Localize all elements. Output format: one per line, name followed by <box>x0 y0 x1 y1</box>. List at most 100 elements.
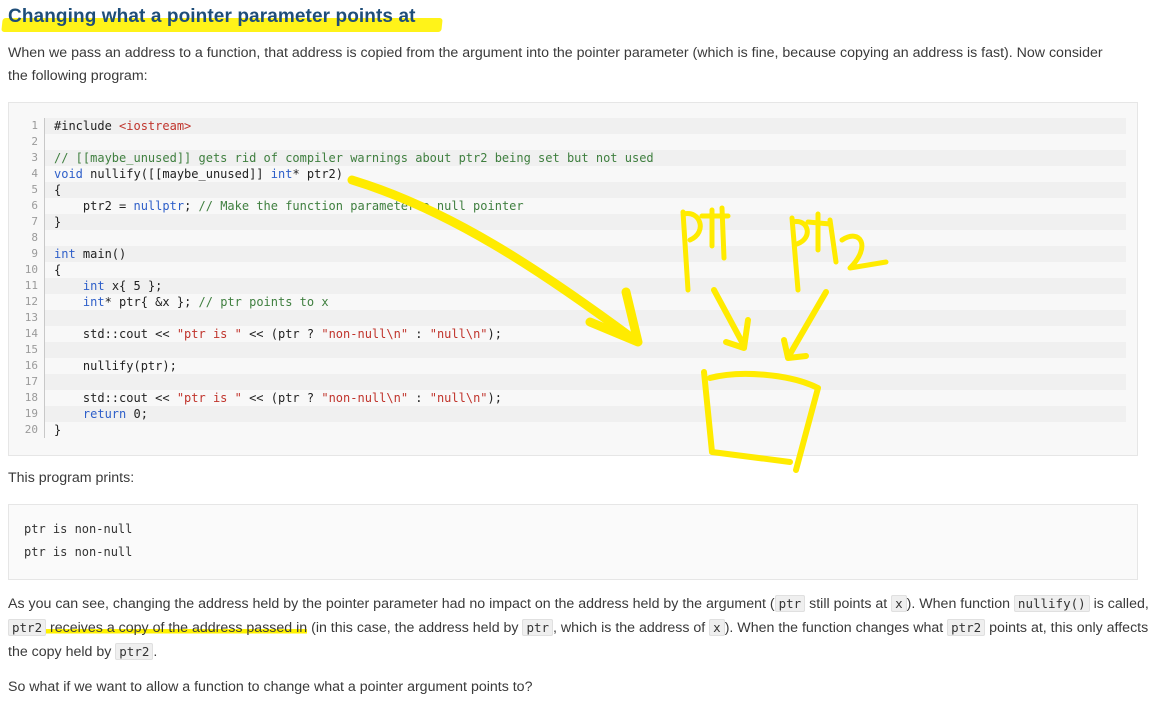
code-token: "null\n" <box>429 391 488 405</box>
code-line: 3 // [[maybe_unused]] gets rid of compile… <box>21 150 1126 166</box>
inline-code: nullify() <box>1013 595 1090 612</box>
code-text: #include <iostream> <box>45 118 1126 134</box>
line-number: 4 <box>21 166 45 182</box>
code-token: int <box>54 247 76 261</box>
inline-code: x <box>891 595 907 612</box>
line-number: 11 <box>21 278 45 294</box>
code-text: void nullify([[maybe_unused]] int* ptr2) <box>45 166 1126 182</box>
output-block[interactable]: ptr is non-null ptr is non-null <box>8 504 1138 580</box>
code-token: } <box>54 423 62 437</box>
code-token: 0; <box>126 407 148 421</box>
code-text: int main() <box>45 246 1126 262</box>
line-number: 7 <box>21 214 45 230</box>
code-lines: 1 #include <iostream> 2 3 // [[maybe_unused]… <box>21 118 1126 438</box>
code-token: int <box>82 295 105 309</box>
code-text: std::cout << "ptr is " << (ptr ? "non-nu… <box>45 390 1126 406</box>
line-number: 2 <box>21 134 45 150</box>
code-token: << (ptr ? <box>241 327 322 341</box>
inline-code: ptr <box>522 619 554 636</box>
code-text <box>45 342 1126 358</box>
code-text <box>45 374 1126 390</box>
code-text: { <box>45 262 1126 278</box>
code-line: 14 std::cout << "ptr is " << (ptr ? "non… <box>21 326 1126 342</box>
code-token: ); <box>487 327 502 341</box>
code-line: 6 ptr2 = nullptr; // Make the function p… <box>21 198 1126 214</box>
code-token: "null\n" <box>429 327 488 341</box>
code-token: #include <box>54 119 120 133</box>
line-number: 14 <box>21 326 45 342</box>
code-token: std::cout << <box>54 327 177 341</box>
inline-code: ptr2 <box>947 619 986 636</box>
code-line: 8 <box>21 230 1126 246</box>
line-number: 6 <box>21 198 45 214</box>
code-token: main() <box>75 247 127 261</box>
code-token: <iostream> <box>119 119 192 133</box>
heading-container: Changing what a pointer parameter points… <box>1 6 443 32</box>
code-token: { <box>54 183 62 197</box>
code-line: 1 #include <iostream> <box>21 118 1126 134</box>
code-line: 7} <box>21 214 1126 230</box>
code-token: * ptr2) <box>292 167 344 181</box>
code-text: ptr2 = nullptr; // Make the function par… <box>45 198 1126 214</box>
code-token: int <box>82 279 105 293</box>
text-span: is called, <box>1089 596 1149 612</box>
code-token: "ptr is " <box>176 391 242 405</box>
code-token: "non-null\n" <box>321 327 409 341</box>
code-token: void <box>54 167 83 181</box>
code-line: 5{ <box>21 182 1126 198</box>
code-text: return 0; <box>45 406 1126 422</box>
code-text: int* ptr{ &x }; // ptr points to x <box>45 294 1126 310</box>
code-line: 20} <box>21 422 1126 438</box>
code-line: 12 int* ptr{ &x }; // ptr points to x <box>21 294 1126 310</box>
section-heading: Changing what a pointer parameter points… <box>8 6 416 27</box>
line-number: 20 <box>21 422 45 438</box>
code-token: "non-null\n" <box>321 391 409 405</box>
line-number: 13 <box>21 310 45 326</box>
inline-code: ptr2 <box>115 643 154 660</box>
code-text: } <box>45 422 1126 438</box>
code-token: return <box>82 407 127 421</box>
code-token: x{ 5 }; <box>104 279 163 293</box>
line-number: 18 <box>21 390 45 406</box>
code-text: { <box>45 182 1126 198</box>
output-intro-text: This program prints: <box>8 470 135 486</box>
code-line: 15 <box>21 342 1126 358</box>
line-number: 9 <box>21 246 45 262</box>
code-line: 18 std::cout << "ptr is " << (ptr ? "non… <box>21 390 1126 406</box>
code-line: 2 <box>21 134 1126 150</box>
code-token: ptr2 = <box>54 199 134 213</box>
inline-code: ptr2 <box>8 619 47 636</box>
code-line: 10 { <box>21 262 1126 278</box>
text-span: . <box>153 644 158 660</box>
line-number: 12 <box>21 294 45 310</box>
code-text: std::cout << "ptr is " << (ptr ? "non-nu… <box>45 326 1126 342</box>
code-token: int <box>270 167 293 181</box>
line-number: 15 <box>21 342 45 358</box>
code-token: { <box>54 263 62 277</box>
line-number: 10 <box>21 262 45 278</box>
output-line: ptr is non-null <box>24 522 133 536</box>
output-line: ptr is non-null <box>24 545 133 559</box>
code-token: * ptr{ &x }; <box>104 295 199 309</box>
code-block[interactable]: 1 #include <iostream> 2 3 // [[maybe_unused]… <box>8 102 1138 456</box>
code-token: nullify([[maybe_unused]] <box>82 167 271 181</box>
line-number: 3 <box>21 150 45 166</box>
code-token: << (ptr ? <box>241 391 322 405</box>
code-token: // [[maybe_unused]] gets rid of compiler… <box>54 151 654 165</box>
line-number: 16 <box>21 358 45 374</box>
text-span: still points at <box>805 596 892 612</box>
text-span: ). When function <box>906 596 1014 612</box>
code-line: 19 return 0; <box>21 406 1126 422</box>
line-number: 8 <box>21 230 45 246</box>
intro-paragraph: When we pass an address to a function, t… <box>8 45 1103 84</box>
code-line: 11 int x{ 5 }; <box>21 278 1126 294</box>
code-token: // Make the function parameter a null po… <box>198 199 524 213</box>
code-token: nullptr <box>133 199 185 213</box>
text-span: , which is the address of <box>553 620 710 636</box>
code-text: int x{ 5 }; <box>45 278 1126 294</box>
code-line: 16 nullify(ptr); <box>21 358 1126 374</box>
